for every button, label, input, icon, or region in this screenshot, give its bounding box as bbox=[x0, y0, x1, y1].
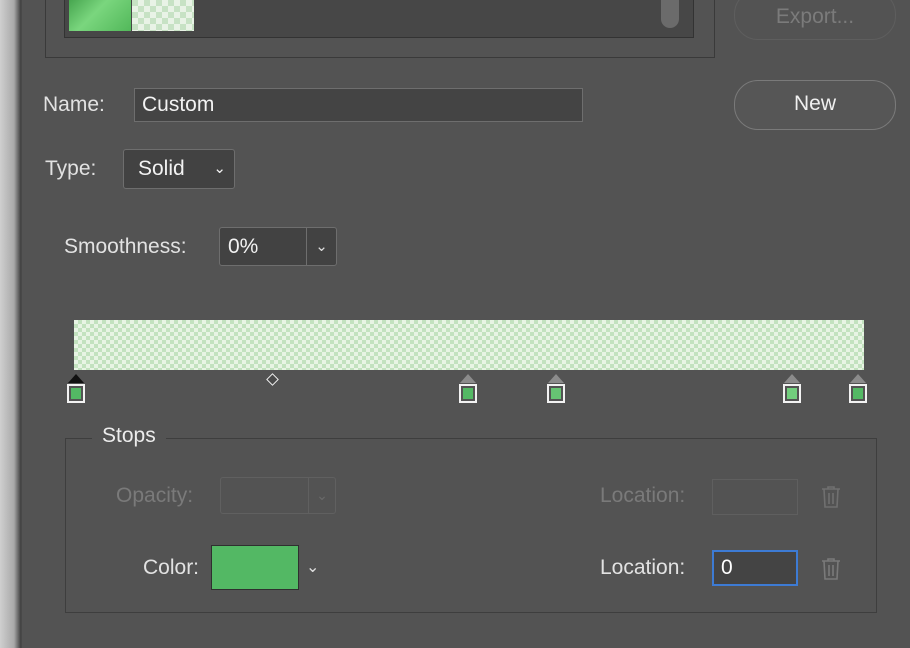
stop-pointer-icon bbox=[548, 374, 564, 383]
color-stop-1[interactable] bbox=[459, 374, 477, 406]
new-button[interactable]: New bbox=[734, 80, 896, 130]
stop-swatch bbox=[783, 384, 801, 403]
color-stop-3[interactable] bbox=[783, 374, 801, 406]
presets-scrollbar[interactable] bbox=[661, 0, 679, 28]
type-select-value: Solid bbox=[138, 157, 185, 180]
delete-color-stop-trash-icon[interactable] bbox=[820, 557, 842, 581]
color-stop-2[interactable] bbox=[547, 374, 565, 406]
smoothness-dropdown-button[interactable]: ⌄ bbox=[306, 228, 336, 265]
opacity-label: Opacity: bbox=[116, 484, 194, 507]
name-label: Name: bbox=[43, 93, 105, 116]
opacity-location-input[interactable] bbox=[712, 479, 798, 515]
name-input[interactable]: Custom bbox=[134, 88, 583, 122]
smoothness-input[interactable]: 0% bbox=[228, 228, 258, 265]
gradient-preview-bar[interactable] bbox=[74, 320, 864, 370]
color-stop-4[interactable] bbox=[849, 374, 867, 406]
opacity-location-label: Location: bbox=[600, 484, 686, 507]
stop-color-swatch[interactable] bbox=[211, 545, 299, 590]
color-location-label: Location: bbox=[600, 556, 686, 579]
delete-opacity-stop-trash-icon[interactable] bbox=[820, 485, 842, 509]
presets-list bbox=[64, 0, 694, 38]
color-location-input[interactable]: 0 bbox=[712, 550, 798, 586]
stop-swatch bbox=[459, 384, 477, 403]
color-label: Color: bbox=[143, 556, 200, 579]
smoothness-label: Smoothness: bbox=[64, 235, 187, 258]
opacity-dropdown-button[interactable]: ⌄ bbox=[308, 478, 335, 513]
chevron-down-icon: ⌄ bbox=[213, 160, 226, 177]
stops-group bbox=[65, 438, 877, 613]
stop-pointer-icon bbox=[460, 374, 476, 383]
stop-swatch bbox=[547, 384, 565, 403]
stop-pointer-icon bbox=[68, 374, 84, 383]
stops-legend: Stops bbox=[92, 424, 166, 448]
midpoint-diamond-icon[interactable] bbox=[266, 373, 279, 386]
stop-pointer-icon bbox=[784, 374, 800, 383]
type-label: Type: bbox=[45, 157, 97, 180]
smoothness-combo[interactable]: 0% ⌄ bbox=[219, 227, 337, 266]
presets-panel bbox=[45, 0, 715, 58]
chevron-down-icon[interactable]: ⌄ bbox=[306, 557, 319, 577]
stop-swatch bbox=[67, 384, 85, 403]
preset-swatch-green-gradient[interactable] bbox=[69, 0, 131, 31]
type-select[interactable]: Solid ⌄ bbox=[123, 149, 235, 189]
stop-swatch bbox=[849, 384, 867, 403]
stop-pointer-icon bbox=[850, 374, 866, 383]
opacity-combo[interactable]: ⌄ bbox=[220, 477, 336, 514]
export-button[interactable]: Export... bbox=[734, 0, 896, 40]
window-edge bbox=[0, 0, 22, 648]
color-stop-0[interactable] bbox=[67, 374, 85, 406]
preset-swatch-transparent-green[interactable] bbox=[132, 0, 194, 31]
